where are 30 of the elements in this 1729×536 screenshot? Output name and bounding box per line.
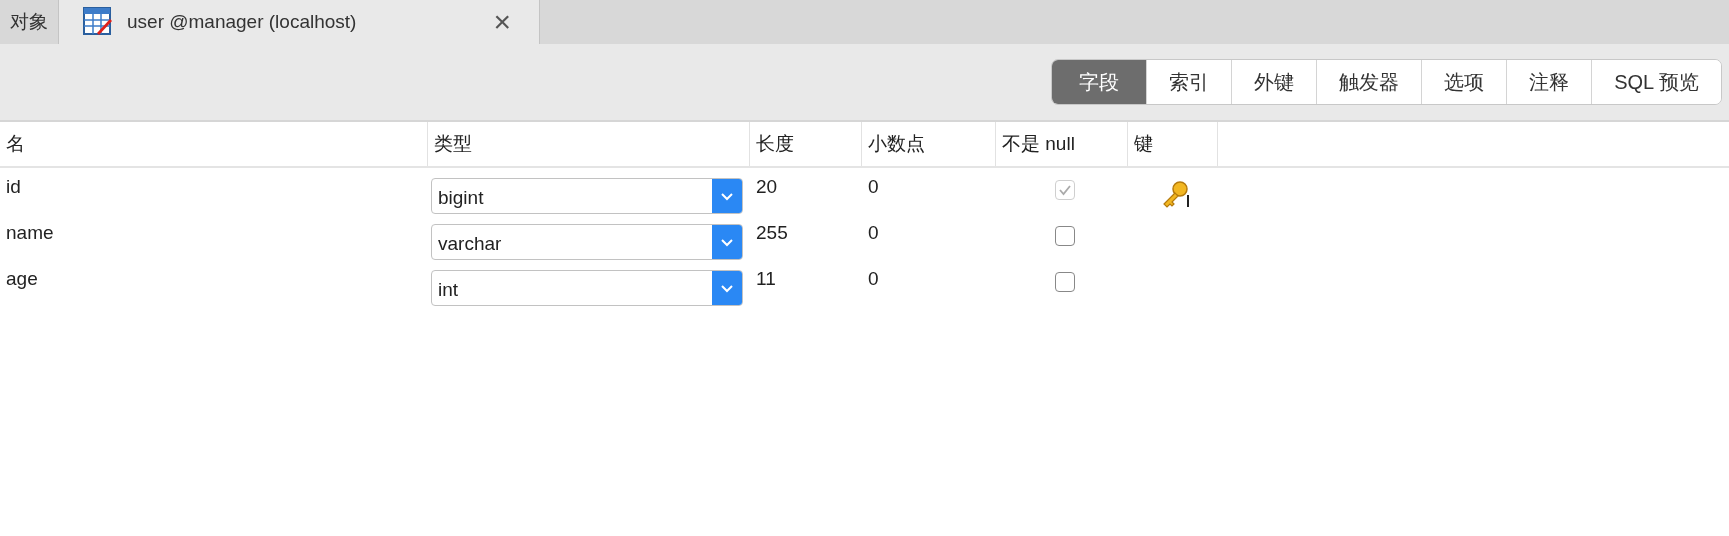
table-cell: 0 [868, 222, 879, 244]
tab-label: user @manager (localhost) [127, 11, 358, 33]
column-header: 小数点 [868, 132, 925, 156]
table-cell: id [6, 176, 21, 198]
chevron-down-icon [720, 191, 734, 201]
not-null-checkbox[interactable] [1055, 226, 1075, 246]
table-cell: 11 [756, 268, 776, 290]
column-header: 长度 [756, 132, 794, 156]
chevron-down-icon [720, 283, 734, 293]
table-cell: 0 [868, 176, 879, 198]
not-null-checkbox[interactable] [1055, 272, 1075, 292]
segment-tab[interactable]: 字段 [1052, 60, 1148, 104]
close-icon[interactable]: × [493, 7, 529, 37]
editor-tab[interactable]: user @manager (localhost) × [59, 0, 540, 44]
table-cell: age [6, 268, 38, 290]
type-dropdown[interactable]: varchar [431, 224, 743, 260]
table-cell: name [6, 222, 54, 244]
table-cell: 20 [756, 176, 778, 198]
type-dropdown[interactable]: int [431, 270, 743, 306]
column-header: 类型 [434, 132, 472, 156]
chevron-down-icon [720, 237, 734, 247]
type-dropdown[interactable]: bigint [431, 178, 743, 214]
checkmark-icon [1058, 184, 1072, 196]
column-header: 不是 null [1002, 132, 1075, 156]
tab-label: 对象 [10, 10, 48, 34]
column-header: 键 [1134, 132, 1153, 156]
table-cell: 255 [756, 222, 788, 244]
column-header: 名 [6, 132, 25, 156]
table-cell: 0 [868, 268, 879, 290]
table-edit-icon [83, 7, 113, 37]
